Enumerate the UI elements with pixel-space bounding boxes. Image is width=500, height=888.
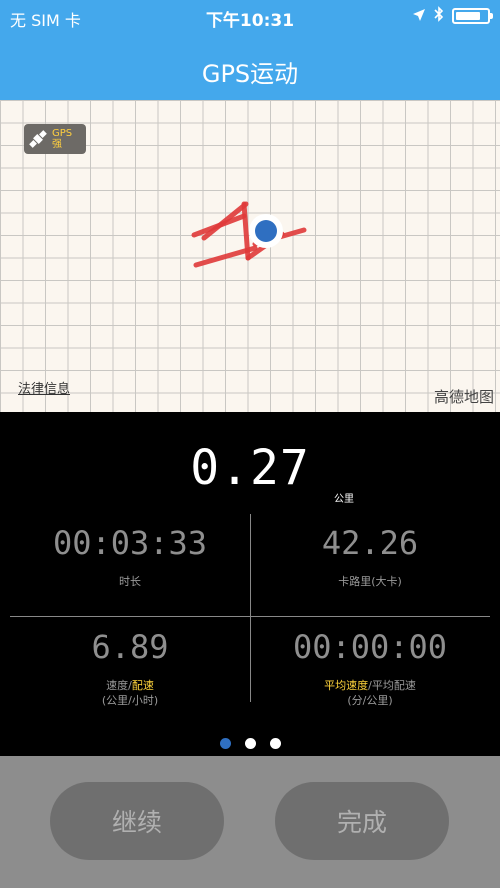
- route-segment: [201, 201, 249, 241]
- avg-pace-unit: (分/公里): [347, 694, 393, 707]
- page-dot[interactable]: [219, 738, 231, 749]
- bluetooth-icon: [434, 6, 444, 26]
- page-indicator[interactable]: [0, 738, 500, 749]
- pace-label-highlight: 配速: [131, 679, 154, 692]
- map-view[interactable]: GPS 强 法律信息 高德地图: [0, 100, 500, 412]
- battery-level: [456, 12, 480, 20]
- route-track: [191, 201, 307, 268]
- action-bar: 继续 完成: [0, 756, 500, 888]
- page-title: GPS运动: [201, 60, 299, 88]
- duration-label: 时长: [119, 575, 141, 588]
- avg-pace-label-secondary: 平均配速: [371, 679, 416, 692]
- map-provider-logo: 高德地图: [433, 388, 494, 406]
- calories-cell: 42.26 卡路里(大卡): [250, 524, 490, 589]
- speed-label-primary: 速度: [106, 679, 129, 692]
- avg-pace-cell[interactable]: 00:00:00 平均速度/平均配速 (分/公里): [250, 628, 490, 708]
- finish-button[interactable]: 完成: [275, 782, 449, 860]
- page-dot[interactable]: [269, 738, 281, 749]
- continue-button[interactable]: 继续: [50, 782, 224, 860]
- status-bar: 无 SIM 卡 下午10:31: [0, 0, 500, 36]
- speed-cell[interactable]: 6.89 速度/配速 (公里/小时): [10, 628, 250, 708]
- legal-info-link[interactable]: 法律信息: [18, 378, 70, 397]
- calories-label: 卡路里(大卡): [338, 575, 402, 588]
- distance-value: 0.27: [190, 440, 310, 496]
- avg-speed-label-highlight: 平均速度: [324, 679, 369, 692]
- current-location-marker: [255, 220, 277, 242]
- status-icons: [412, 6, 493, 26]
- duration-cell: 00:03:33 时长: [10, 524, 250, 589]
- speed-label: 速度/配速 (公里/小时): [10, 678, 250, 708]
- speed-value: 6.89: [91, 628, 169, 666]
- distance-unit: 公里: [334, 494, 354, 505]
- stats-panel: 0.27 公里 00:03:33 时长 42.26 卡路里(大卡) 6.89 速…: [0, 412, 500, 756]
- duration-value: 00:03:33: [52, 524, 208, 562]
- calories-value: 42.26: [321, 524, 419, 562]
- location-arrow-icon: [412, 7, 426, 26]
- battery-icon: [452, 8, 493, 24]
- page-dot[interactable]: [244, 738, 256, 749]
- avg-pace-value: 00:00:00: [292, 628, 448, 666]
- divider-horizontal: [10, 616, 490, 617]
- header: 无 SIM 卡 下午10:31 GPS运动: [0, 0, 500, 100]
- route-polyline: [191, 201, 307, 268]
- avg-pace-label: 平均速度/平均配速 (分/公里): [250, 678, 490, 708]
- speed-unit: (公里/小时): [101, 694, 159, 707]
